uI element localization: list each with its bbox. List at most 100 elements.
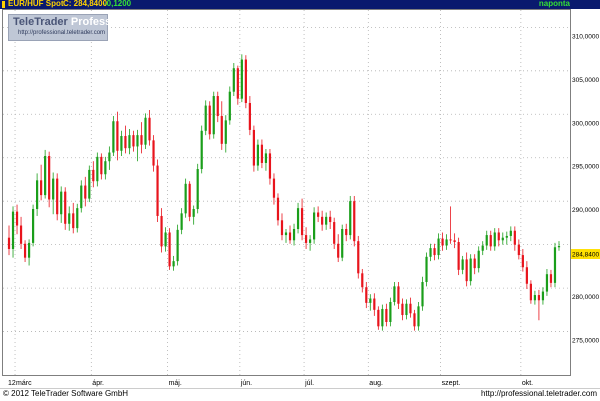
logo-brand-a: TeleTrader [13,16,68,28]
candle-body [192,209,195,217]
last-price-marker-label: 284,8400 [572,252,599,259]
candle-body [425,256,428,283]
candle-body [357,241,360,274]
candle-body [128,135,131,149]
candle-body [453,240,456,243]
candle-body [537,295,541,301]
y-tick-label: 290,0000 [572,207,599,214]
candle-body [445,239,448,246]
candle-body [264,153,268,163]
y-tick-label: 275,0000 [572,338,599,345]
candle-body [381,308,384,327]
candlestick-chart [3,10,570,375]
candle-body [260,144,264,163]
candle-body [304,235,308,243]
candle-body [341,229,344,258]
candle-body [385,308,388,322]
candle-body [208,105,211,135]
candle-body [292,229,296,241]
candle-body [509,230,512,236]
candle-body [216,96,219,117]
x-axis: 12 márc ápr. máj. jún. júl. aug. szept. okt. [0,377,600,388]
candle-body [397,286,400,304]
candle-body [248,102,251,130]
candle-body [228,91,231,121]
candle-body [204,105,207,131]
candle-body [160,215,163,247]
candle-body [349,201,352,236]
candle-body [525,267,528,284]
candle-body [333,222,336,244]
y-tick-label: 305,0000 [572,77,599,84]
x-axis-svg: 12 márc ápr. máj. jún. júl. aug. szept. okt. [8,380,533,387]
candle-body [549,274,553,283]
candle-body [31,209,35,243]
candle-body [441,238,444,246]
candle-body [140,135,143,145]
candle-body [136,135,139,147]
candle-body [317,212,320,217]
y-tick-label: 295,0000 [572,164,599,171]
candle-body [473,258,476,269]
candle-body [144,117,147,145]
candle-body [276,197,280,221]
candle-body [513,230,516,245]
candle-body [449,239,452,241]
candle-body [224,120,227,144]
candle-body [409,303,412,314]
x-tick-label: máj. [169,380,182,387]
footer-url-link[interactable]: http://professional.teletrader.com [481,389,597,398]
candle-body [329,216,332,223]
candle-body [188,183,191,217]
candle-body [68,213,71,224]
logo-brand: TeleTrader Professional [13,16,137,28]
candle-body [27,242,31,258]
candle-body [64,191,67,224]
candle-body [244,59,247,103]
candle-body [96,156,99,182]
teletrader-logo: TeleTrader Professional http://professio… [8,14,137,41]
candle-body [405,303,408,316]
candle-body [308,239,312,243]
candle-body [545,274,549,292]
candle-body [457,242,460,270]
x-tick-label: jún. [240,380,252,387]
candle-body [557,246,561,248]
candle-body [541,291,545,301]
candle-body [401,303,404,316]
period-label: napontа [538,0,570,8]
candle-body [164,232,167,247]
candle-body [296,208,300,229]
x-tick-label: aug. [369,380,383,387]
candle-body [108,152,111,162]
candle-body [369,298,372,303]
candle-body [52,178,55,200]
y-tick-label: 310,0000 [572,33,599,40]
candle-body [72,213,75,229]
symbol-label: EUR/HUF Spot [8,0,64,8]
plot-area[interactable] [2,9,571,376]
candle-body [529,283,532,301]
logo-url: http://professional.teletrader.com [18,30,106,36]
candle-body [252,129,255,166]
candle-body [56,178,59,215]
candle-body [7,237,11,249]
footer-bar: © 2012 TeleTrader Software GmbH http://p… [0,388,600,401]
y-axis-svg: 275,0000280,0000285,0000290,0000295,0000… [571,33,600,345]
candle-body [421,282,424,307]
candle-body [156,165,159,216]
candle-body [389,302,392,322]
candle-body [485,235,488,246]
candle-body [521,255,524,268]
candle-body [321,216,324,225]
candle-body [124,136,127,149]
candle-body [284,232,288,236]
candle-body [505,235,508,238]
candle-body [148,117,151,141]
candle-body [184,183,187,214]
candle-body [377,309,380,327]
candle-body [365,287,368,303]
candle-body [429,248,432,257]
candle-body [413,313,416,327]
candle-body [300,208,304,236]
